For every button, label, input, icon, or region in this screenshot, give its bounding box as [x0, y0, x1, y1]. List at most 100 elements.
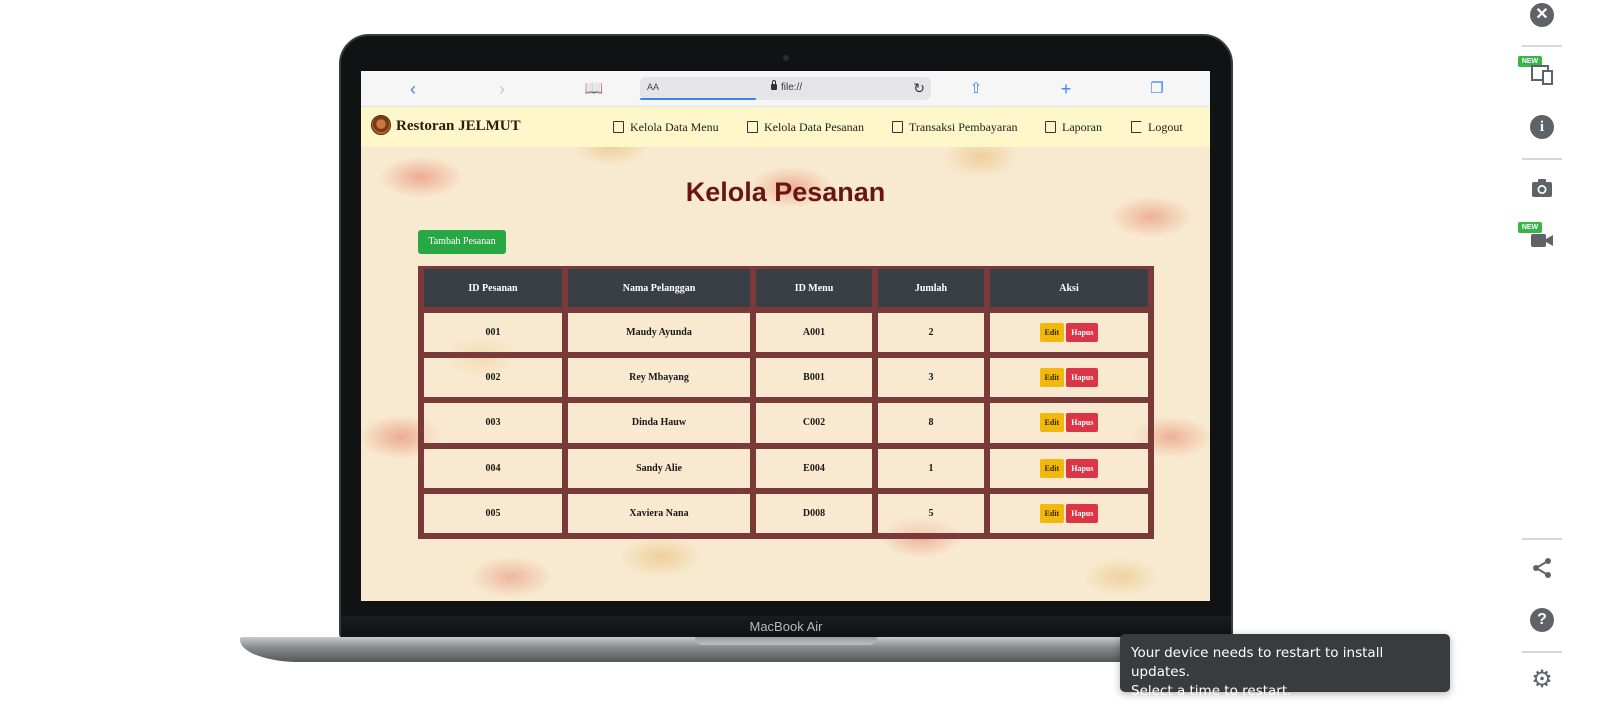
edit-button[interactable]: Edit: [1039, 458, 1065, 478]
laptop-label: MacBook Air: [749, 619, 823, 634]
logout-icon: [1131, 121, 1142, 133]
nav-kelola-data-pesanan[interactable]: Kelola Data Pesanan: [747, 119, 864, 137]
cell-id: 001: [421, 310, 565, 356]
stage: MacBook Air ‹ › 📖 AA file:// ↻ ⇧ + ❐ Res…: [0, 0, 1600, 721]
cell-aksi: Edit Hapus: [987, 310, 1151, 356]
header-nama-pelanggan: Nama Pelanggan: [565, 269, 753, 310]
delete-button[interactable]: Hapus: [1066, 368, 1099, 388]
orders-table: ID Pesanan Nama Pelanggan ID Menu Jumlah…: [418, 266, 1154, 539]
cell-menu: C002: [753, 400, 875, 446]
reload-icon[interactable]: ↻: [913, 80, 925, 97]
reader-aa[interactable]: AA: [647, 82, 659, 92]
nav-laporan[interactable]: Laporan: [1045, 119, 1102, 137]
cell-jumlah: 1: [875, 445, 987, 491]
delete-button[interactable]: Hapus: [1066, 503, 1099, 523]
cell-id: 003: [421, 400, 565, 446]
settings-gear-icon[interactable]: ⚙: [1530, 668, 1554, 692]
cell-id: 005: [421, 490, 565, 536]
brand-name[interactable]: Restoran JELMUT: [396, 118, 521, 135]
nav-label: Laporan: [1062, 120, 1102, 134]
table-row: 004 Sandy Alie E004 1 Edit Hapus: [421, 445, 1151, 491]
cell-jumlah: 5: [875, 490, 987, 536]
tabs-overview-icon[interactable]: ❐: [1146, 78, 1168, 100]
back-icon[interactable]: ‹: [402, 78, 424, 100]
header-aksi: Aksi: [987, 269, 1151, 310]
bookmarks-icon[interactable]: 📖: [583, 78, 605, 100]
toolbar-divider: [1522, 45, 1562, 47]
restaurant-logo-icon: [371, 115, 391, 135]
navbar: Restoran JELMUT Kelola Data Menu Kelola …: [361, 107, 1210, 147]
header-id-menu: ID Menu: [753, 269, 875, 310]
cell-nama: Rey Mbayang: [565, 355, 753, 401]
close-icon[interactable]: ✕: [1530, 3, 1554, 27]
delete-button[interactable]: Hapus: [1066, 458, 1099, 478]
payment-icon: [892, 121, 903, 133]
cell-jumlah: 8: [875, 400, 987, 446]
forward-icon[interactable]: ›: [491, 78, 513, 100]
lock-icon: [771, 80, 777, 90]
edit-button[interactable]: Edit: [1039, 503, 1065, 523]
nav-transaksi-pembayaran[interactable]: Transaksi Pembayaran: [892, 119, 1018, 137]
nav-kelola-data-menu[interactable]: Kelola Data Menu: [613, 119, 719, 137]
url-text: file://: [771, 80, 803, 93]
share-network-icon[interactable]: [1530, 556, 1554, 580]
nav-logout[interactable]: Logout: [1131, 119, 1183, 137]
toolbar-divider: [1522, 538, 1562, 540]
cell-menu: D008: [753, 490, 875, 536]
cell-id: 002: [421, 355, 565, 401]
restart-notification[interactable]: Your device needs to restart to install …: [1120, 634, 1450, 699]
table-row: 005 Xaviera Nana D008 5 Edit Hapus: [421, 490, 1151, 536]
add-order-button[interactable]: Tambah Pesanan: [418, 230, 506, 254]
cell-aksi: Edit Hapus: [987, 445, 1151, 491]
table-row: 003 Dinda Hauw C002 8 Edit Hapus: [421, 400, 1151, 446]
delete-button[interactable]: Hapus: [1066, 323, 1099, 343]
table-row: 002 Rey Mbayang B001 3 Edit Hapus: [421, 355, 1151, 401]
help-icon[interactable]: ?: [1530, 608, 1554, 632]
camera-icon[interactable]: [1530, 176, 1554, 200]
new-tab-icon[interactable]: +: [1055, 78, 1077, 100]
receipt-icon: [747, 121, 758, 133]
cell-nama: Xaviera Nana: [565, 490, 753, 536]
share-icon[interactable]: ⇧: [965, 78, 987, 100]
url-value: file://: [781, 82, 803, 93]
laptop-screen: ‹ › 📖 AA file:// ↻ ⇧ + ❐ Restoran JELMUT…: [361, 71, 1210, 601]
cell-nama: Dinda Hauw: [565, 400, 753, 446]
nav-label: Logout: [1148, 120, 1183, 134]
nav-label: Kelola Data Pesanan: [764, 120, 864, 134]
address-underline: [640, 98, 756, 100]
edit-button[interactable]: Edit: [1039, 368, 1065, 388]
table-header-row: ID Pesanan Nama Pelanggan ID Menu Jumlah…: [421, 269, 1151, 310]
dark-mode-icon[interactable]: [1530, 494, 1554, 518]
info-icon[interactable]: i: [1530, 115, 1554, 139]
nav-label: Kelola Data Menu: [630, 120, 719, 134]
cell-aksi: Edit Hapus: [987, 355, 1151, 401]
address-bar[interactable]: AA file:// ↻: [640, 77, 931, 100]
report-icon: [1045, 121, 1056, 133]
cell-aksi: Edit Hapus: [987, 400, 1151, 446]
cell-menu: A001: [753, 310, 875, 356]
edit-button[interactable]: Edit: [1039, 323, 1065, 343]
cell-aksi: Edit Hapus: [987, 490, 1151, 536]
toolbar-divider: [1522, 651, 1562, 653]
page-title: Kelola Pesanan: [685, 177, 886, 207]
browser-toolbar: ‹ › 📖 AA file:// ↻ ⇧ + ❐: [361, 71, 1210, 107]
edit-button[interactable]: Edit: [1039, 413, 1065, 433]
cell-jumlah: 2: [875, 310, 987, 356]
notification-line-1: Your device needs to restart to install …: [1131, 645, 1384, 680]
cell-menu: E004: [753, 445, 875, 491]
header-id-pesanan: ID Pesanan: [421, 269, 565, 310]
header-jumlah: Jumlah: [875, 269, 987, 310]
table-row: 001 Maudy Ayunda A001 2 Edit Hapus: [421, 310, 1151, 356]
cell-nama: Maudy Ayunda: [565, 310, 753, 356]
laptop-notch: [695, 637, 877, 645]
toolbar-divider: [1522, 158, 1562, 160]
devices-icon[interactable]: [1530, 62, 1554, 86]
cell-id: 004: [421, 445, 565, 491]
camera-dot: [783, 55, 789, 61]
delete-button[interactable]: Hapus: [1066, 413, 1099, 433]
cell-jumlah: 3: [875, 355, 987, 401]
nav-label: Transaksi Pembayaran: [909, 120, 1018, 134]
cell-menu: B001: [753, 355, 875, 401]
video-camera-icon[interactable]: [1530, 228, 1554, 252]
clipboard-icon: [613, 121, 624, 133]
